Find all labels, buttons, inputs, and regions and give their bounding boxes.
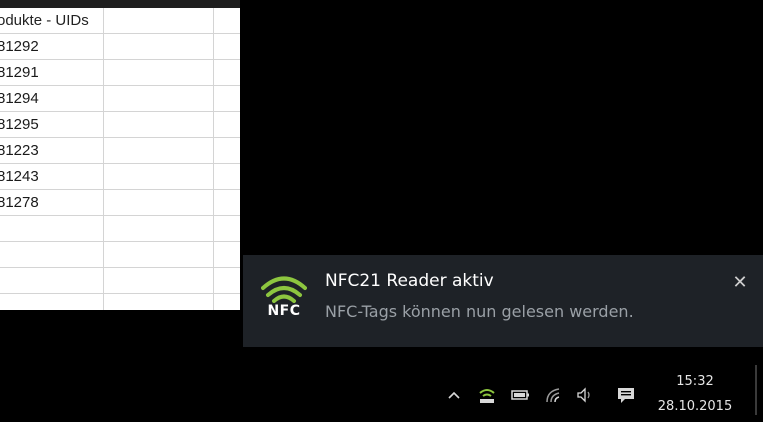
- uid-cell[interactable]: 81223: [0, 138, 104, 164]
- volume-icon[interactable]: [574, 385, 596, 405]
- toast-title: NFC21 Reader aktiv: [325, 271, 494, 291]
- uid-cell[interactable]: [0, 268, 104, 294]
- empty-cell[interactable]: [214, 60, 240, 86]
- uid-cell[interactable]: [0, 242, 104, 268]
- spreadsheet-row: [0, 294, 240, 310]
- empty-cell[interactable]: [214, 268, 240, 294]
- empty-cell[interactable]: [214, 138, 240, 164]
- spreadsheet-row: 81223: [0, 138, 240, 164]
- uid-column-header[interactable]: odukte - UIDs: [0, 8, 104, 34]
- spreadsheet-row: 81278: [0, 190, 240, 216]
- empty-cell[interactable]: [104, 8, 214, 34]
- cell-text: 81291: [0, 64, 39, 81]
- uid-cell[interactable]: [0, 294, 104, 310]
- spreadsheet-grid: odukte - UIDs 81292 81291 81294 81295 81223 81…: [0, 8, 240, 310]
- uid-cell[interactable]: 81278: [0, 190, 104, 216]
- nfc-app-icon: NFC: [261, 273, 307, 327]
- empty-cell[interactable]: [214, 86, 240, 112]
- spreadsheet-row: [0, 268, 240, 294]
- spreadsheet-row: [0, 242, 240, 268]
- nfc-reader-icon[interactable]: [476, 385, 498, 405]
- spreadsheet-row: [0, 216, 240, 242]
- toast-body: NFC-Tags können nun gelesen werden.: [325, 302, 634, 321]
- cell-text: 81292: [0, 38, 39, 55]
- uid-cell[interactable]: [0, 216, 104, 242]
- empty-cell[interactable]: [214, 34, 240, 60]
- empty-cell[interactable]: [104, 60, 214, 86]
- empty-cell[interactable]: [104, 216, 214, 242]
- battery-icon[interactable]: [509, 385, 531, 405]
- uid-cell[interactable]: 81295: [0, 112, 104, 138]
- spreadsheet-column-header-bar: [0, 0, 240, 8]
- nfc-waves-icon: [261, 276, 307, 303]
- empty-cell[interactable]: [104, 190, 214, 216]
- tray-clock-time[interactable]: 15:32: [660, 372, 730, 392]
- empty-cell[interactable]: [104, 294, 214, 310]
- action-center-icon[interactable]: [615, 385, 637, 405]
- cell-text: 81243: [0, 168, 39, 185]
- empty-cell[interactable]: [104, 268, 214, 294]
- show-desktop-edge[interactable]: [755, 365, 757, 415]
- spreadsheet-row: 81243: [0, 164, 240, 190]
- empty-cell[interactable]: [104, 112, 214, 138]
- empty-cell[interactable]: [214, 242, 240, 268]
- empty-cell[interactable]: [104, 86, 214, 112]
- empty-cell[interactable]: [214, 8, 240, 34]
- uid-cell[interactable]: 81294: [0, 86, 104, 112]
- cell-text: 81278: [0, 194, 39, 211]
- empty-cell[interactable]: [214, 190, 240, 216]
- spreadsheet-row: 81294: [0, 86, 240, 112]
- spreadsheet-window: odukte - UIDs 81292 81291 81294 81295 81223 81…: [0, 0, 240, 310]
- spreadsheet-row: 81292: [0, 34, 240, 60]
- empty-cell[interactable]: [104, 138, 214, 164]
- close-icon[interactable]: ✕: [730, 273, 750, 293]
- spreadsheet-row: 81295: [0, 112, 240, 138]
- nfc-icon-label: NFC: [267, 303, 301, 319]
- empty-cell[interactable]: [104, 164, 214, 190]
- cell-text: odukte - UIDs: [0, 12, 89, 29]
- empty-cell[interactable]: [214, 164, 240, 190]
- network-icon[interactable]: [543, 385, 565, 405]
- empty-cell[interactable]: [104, 34, 214, 60]
- empty-cell[interactable]: [104, 242, 214, 268]
- tray-clock-date[interactable]: 28.10.2015: [652, 397, 738, 417]
- cell-text: 81223: [0, 142, 39, 159]
- uid-cell[interactable]: 81291: [0, 60, 104, 86]
- chevron-up-icon[interactable]: [446, 385, 462, 405]
- spreadsheet-row: 81291: [0, 60, 240, 86]
- uid-cell[interactable]: 81243: [0, 164, 104, 190]
- spreadsheet-header-row: odukte - UIDs: [0, 8, 240, 34]
- toast-notification[interactable]: NFC NFC21 Reader aktiv NFC-Tags können n…: [243, 255, 763, 347]
- desktop: odukte - UIDs 81292 81291 81294 81295 81223 81…: [0, 0, 763, 422]
- uid-cell[interactable]: 81292: [0, 34, 104, 60]
- cell-text: 81295: [0, 116, 39, 133]
- empty-cell[interactable]: [214, 112, 240, 138]
- empty-cell[interactable]: [214, 294, 240, 310]
- empty-cell[interactable]: [214, 216, 240, 242]
- cell-text: 81294: [0, 90, 39, 107]
